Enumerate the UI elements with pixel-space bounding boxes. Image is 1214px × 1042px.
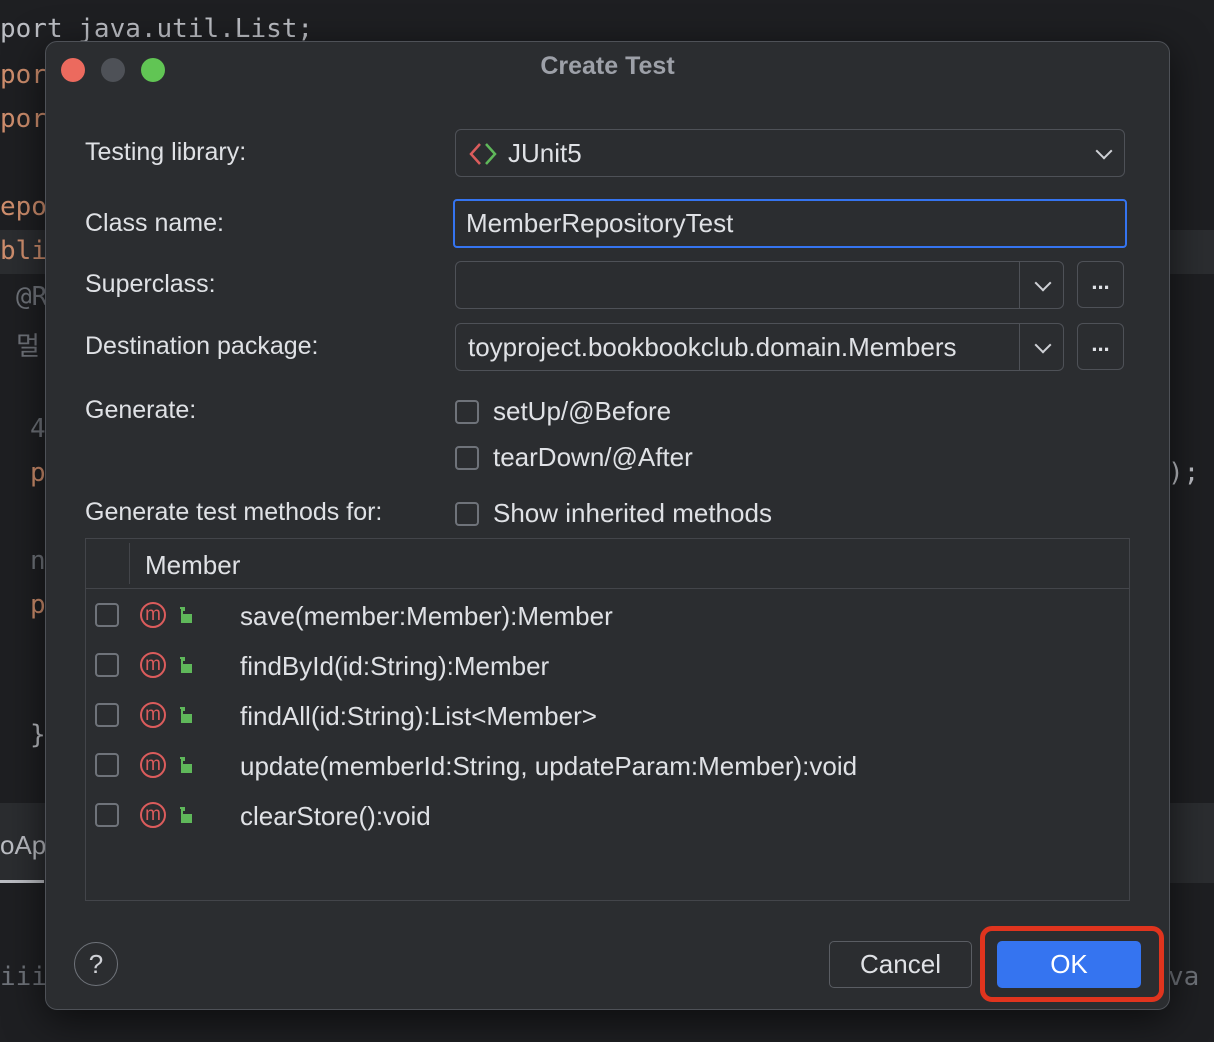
code-line: }: [30, 720, 46, 750]
method-signature: findAll(id:String):List<Member>: [240, 701, 597, 731]
help-button[interactable]: ?: [74, 942, 118, 986]
combo-divider: [1019, 262, 1020, 308]
table-row[interactable]: m update(memberId:String, updateParam:Me…: [86, 740, 1129, 790]
testing-library-label: Testing library:: [85, 138, 247, 166]
combo-divider: [1019, 324, 1020, 370]
row-checkbox[interactable]: [95, 603, 119, 627]
table-header: Member: [86, 539, 1129, 589]
table-row[interactable]: m findById(id:String):Member: [86, 640, 1129, 690]
method-icon: m: [140, 802, 166, 828]
row-checkbox[interactable]: [95, 753, 119, 777]
code-line: port java.util.List;: [0, 14, 314, 44]
column-divider: [129, 543, 130, 584]
code-line: n: [30, 546, 46, 576]
testing-library-value: JUnit5: [508, 138, 582, 168]
method-icon: m: [140, 702, 166, 728]
setup-before-option[interactable]: setUp/@Before: [455, 396, 671, 427]
method-signature: update(memberId:String, updateParam:Memb…: [240, 751, 858, 781]
destination-package-combo[interactable]: toyproject.bookbookclub.domain.Members: [455, 323, 1064, 371]
table-row[interactable]: m clearStore():void: [86, 790, 1129, 840]
method-signature: clearStore():void: [240, 801, 431, 831]
ok-button[interactable]: OK: [997, 941, 1141, 988]
chevron-down-icon: [1095, 142, 1113, 160]
tab-underline: [0, 880, 44, 883]
show-inherited-option[interactable]: Show inherited methods: [455, 498, 772, 529]
unlock-icon: [180, 657, 192, 673]
create-test-dialog: Create Test Testing library: JUnit5 Clas…: [45, 41, 1170, 1010]
code-line: por: [0, 104, 47, 134]
show-inherited-label: Show inherited methods: [493, 498, 772, 528]
unlock-icon: [180, 757, 192, 773]
members-table: Member m save(member:Member):Member m fi…: [85, 538, 1130, 901]
method-icon: m: [140, 602, 166, 628]
chevron-down-icon[interactable]: [1034, 274, 1052, 292]
code-line: 4: [30, 414, 46, 444]
superclass-combo[interactable]: [455, 261, 1064, 309]
code-line: p: [30, 590, 46, 620]
superclass-label: Superclass:: [85, 270, 216, 298]
table-row[interactable]: m findAll(id:String):List<Member>: [86, 690, 1129, 740]
method-signature: findById(id:String):Member: [240, 651, 550, 681]
code-line: por: [0, 60, 47, 90]
unlock-icon: [180, 607, 192, 623]
code-line: );: [1168, 458, 1200, 488]
class-name-input[interactable]: [453, 199, 1127, 248]
code-line: 멀: [16, 332, 40, 362]
destination-package-value: toyproject.bookbookclub.domain.Members: [468, 332, 957, 362]
class-name-label: Class name:: [85, 209, 224, 237]
code-line: @R: [16, 282, 48, 312]
code-line: va: [1168, 962, 1200, 992]
code-line: bli: [0, 236, 47, 266]
testing-library-select[interactable]: JUnit5: [455, 129, 1125, 177]
row-checkbox[interactable]: [95, 703, 119, 727]
teardown-after-label: tearDown/@After: [493, 442, 693, 472]
setup-before-checkbox[interactable]: [455, 399, 479, 424]
unlock-icon: [180, 707, 192, 723]
table-row[interactable]: m save(member:Member):Member: [86, 590, 1129, 640]
method-icon: m: [140, 652, 166, 678]
teardown-after-option[interactable]: tearDown/@After: [455, 442, 693, 473]
method-signature: save(member:Member):Member: [240, 601, 613, 631]
superclass-browse-button[interactable]: ...: [1077, 261, 1124, 308]
code-line: p: [30, 458, 46, 488]
row-checkbox[interactable]: [95, 803, 119, 827]
destination-package-browse-button[interactable]: ...: [1077, 323, 1124, 370]
unlock-icon: [180, 807, 192, 823]
generate-label: Generate:: [85, 396, 197, 424]
cancel-button[interactable]: Cancel: [829, 941, 972, 988]
method-icon: m: [140, 752, 166, 778]
junit-icon: [469, 143, 497, 165]
chevron-down-icon[interactable]: [1034, 336, 1052, 354]
destination-package-label: Destination package:: [85, 332, 319, 360]
row-checkbox[interactable]: [95, 653, 119, 677]
dialog-title: Create Test: [540, 52, 675, 80]
setup-before-label: setUp/@Before: [493, 396, 672, 426]
code-line: epo: [0, 192, 47, 222]
show-inherited-checkbox[interactable]: [455, 501, 479, 526]
member-column-header[interactable]: Member: [145, 550, 240, 581]
generate-methods-label: Generate test methods for:: [85, 498, 383, 526]
teardown-after-checkbox[interactable]: [455, 445, 479, 470]
